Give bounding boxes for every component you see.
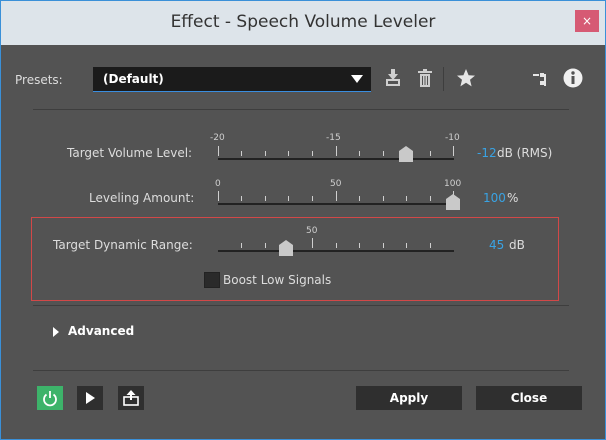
routing-icon[interactable] (533, 72, 549, 86)
tick (218, 146, 219, 156)
advanced-toggle[interactable]: Advanced (68, 324, 134, 338)
highlight-box (31, 217, 559, 301)
tick-label: 50 (330, 179, 342, 189)
tick (359, 243, 360, 248)
power-toggle-button[interactable] (37, 386, 63, 410)
target-volume-value[interactable]: -12 (477, 146, 497, 160)
play-icon (86, 392, 95, 404)
slider-thumb[interactable] (279, 240, 293, 256)
slider-track (218, 250, 454, 252)
tick (383, 196, 384, 201)
tick (430, 243, 431, 248)
export-icon (123, 390, 139, 406)
presets-dropdown[interactable]: (Default) (93, 67, 371, 92)
delete-preset-icon[interactable] (418, 69, 432, 87)
info-icon[interactable] (563, 68, 583, 88)
tick (312, 196, 313, 201)
chevron-down-icon (351, 75, 363, 83)
tick (336, 243, 337, 248)
tick (218, 191, 219, 201)
favorite-star-icon[interactable] (456, 68, 476, 88)
play-button[interactable] (77, 386, 103, 410)
presets-value: (Default) (103, 72, 164, 86)
tick (241, 243, 242, 248)
leveling-amount-unit: % (507, 191, 519, 205)
tick (241, 151, 242, 156)
boost-low-signals-checkbox[interactable] (204, 272, 220, 288)
tick (312, 238, 313, 248)
presets-label: Presets: (15, 73, 63, 87)
tick (241, 196, 242, 201)
effect-dialog: Effect - Speech Volume Leveler × Presets… (0, 0, 606, 440)
boost-low-signals-label: Boost Low Signals (223, 273, 332, 287)
section-divider (33, 370, 569, 371)
tick (359, 196, 360, 201)
leveling-amount-value[interactable]: 100 (483, 191, 506, 205)
slider-thumb[interactable] (446, 194, 460, 210)
close-button[interactable]: Close (476, 386, 582, 410)
tick (359, 151, 360, 156)
section-divider (33, 109, 569, 110)
slider-track (218, 158, 454, 160)
close-window-button[interactable]: × (575, 10, 599, 32)
tick-label: 0 (215, 179, 221, 189)
tick (406, 243, 407, 248)
tick (288, 196, 289, 201)
apply-button[interactable]: Apply (356, 386, 462, 410)
save-preset-icon[interactable] (385, 69, 401, 87)
disclosure-triangle-icon[interactable] (53, 327, 59, 337)
tick-label: -20 (210, 133, 225, 143)
tick (406, 196, 407, 201)
power-icon (43, 391, 57, 407)
tick (383, 151, 384, 156)
target-volume-unit: dB (RMS) (497, 146, 553, 160)
tick-label: 50 (306, 226, 318, 236)
window-title: Effect - Speech Volume Leveler (170, 12, 436, 32)
export-button[interactable] (118, 386, 144, 410)
leveling-amount-label: Leveling Amount: (89, 191, 195, 205)
section-divider (33, 305, 569, 306)
tick (336, 191, 337, 201)
title-bar[interactable]: Effect - Speech Volume Leveler × (1, 1, 605, 45)
toolbar-divider (443, 67, 444, 91)
tick (383, 243, 384, 248)
slider-thumb[interactable] (399, 146, 413, 162)
target-dynamic-range-unit: dB (509, 238, 525, 252)
tick (265, 243, 266, 248)
target-dynamic-range-value[interactable]: 45 (489, 238, 504, 252)
tick-label: -15 (326, 133, 341, 143)
target-volume-label: Target Volume Level: (67, 146, 193, 160)
slider-track (218, 203, 454, 205)
tick (430, 196, 431, 201)
tick (336, 146, 337, 156)
tick (265, 196, 266, 201)
tick-label: 100 (444, 179, 462, 189)
tick (265, 151, 266, 156)
tick (453, 146, 454, 156)
tick-label: -10 (445, 133, 460, 143)
tick (430, 151, 431, 156)
tick (288, 151, 289, 156)
target-dynamic-range-label: Target Dynamic Range: (53, 238, 193, 252)
tick (312, 151, 313, 156)
